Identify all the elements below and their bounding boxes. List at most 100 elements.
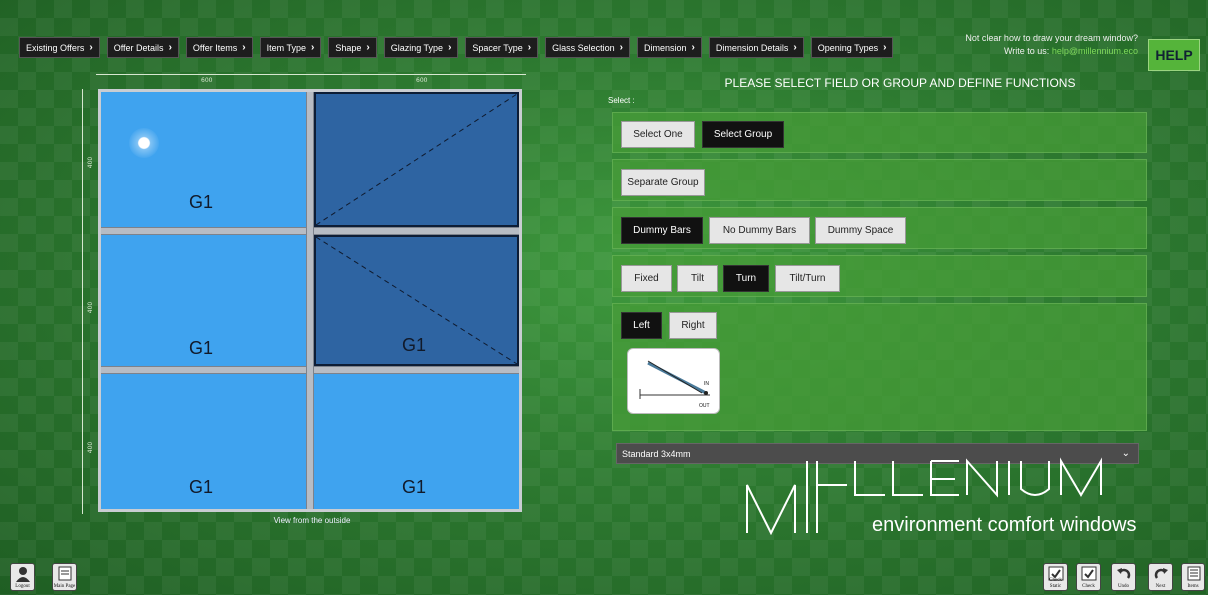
- chevron-right-icon: ›: [242, 42, 246, 53]
- fixed-button[interactable]: Fixed: [621, 265, 672, 292]
- dimension-top-label: 600: [416, 77, 428, 84]
- tilt-button[interactable]: Tilt: [677, 265, 718, 292]
- nav-spacer-type[interactable]: Spacer Type ›: [465, 37, 539, 58]
- tilt-turn-button[interactable]: Tilt/Turn: [775, 265, 840, 292]
- chevron-right-icon: ›: [310, 42, 315, 53]
- list-icon: [1187, 566, 1201, 581]
- nav-label: Offer Details: [113, 42, 164, 53]
- next-label: Next: [1155, 584, 1166, 589]
- nav-glass-selection[interactable]: Glass Selection ›: [545, 37, 630, 58]
- redo-icon: [1154, 568, 1168, 579]
- chevron-right-icon: ›: [89, 42, 93, 53]
- help-question: Not clear how to draw your dream window?: [965, 33, 1138, 43]
- opening-lines: [316, 94, 517, 225]
- nav-label: Glazing Type: [390, 42, 444, 53]
- pane-label: G1: [402, 477, 427, 497]
- nav-label: Opening Types: [817, 42, 879, 53]
- logout-button[interactable]: Logout: [10, 563, 35, 591]
- dimension-left-label: 400: [87, 156, 95, 169]
- chevron-right-icon: ›: [168, 42, 172, 53]
- top-nav: Existing Offers › Offer Details › Offer It…: [19, 37, 894, 59]
- pane-label: G1: [189, 192, 214, 212]
- mullion-bar[interactable]: [306, 92, 314, 509]
- dimension-left-label: 400: [87, 441, 95, 454]
- page-icon: [58, 566, 72, 581]
- nav-offer-items[interactable]: Offer Items ›: [185, 37, 253, 58]
- check-icon: [1081, 566, 1097, 581]
- pane-label: G1: [402, 335, 427, 355]
- help-text: Not clear how to draw your dream window?…: [965, 32, 1138, 58]
- items-label: Items: [1187, 584, 1199, 589]
- nav-glazing-type[interactable]: Glazing Type ›: [383, 37, 459, 58]
- dummy-space-button[interactable]: Dummy Space: [815, 217, 906, 244]
- help-button[interactable]: HELP: [1148, 39, 1200, 71]
- nav-label: Existing Offers: [26, 42, 85, 53]
- undo-button[interactable]: Undo: [1111, 563, 1136, 591]
- nav-item-type[interactable]: Item Type ›: [259, 37, 322, 58]
- main-page-label: Main Page: [53, 584, 76, 589]
- pane-middle-left[interactable]: G1: [101, 235, 306, 366]
- nav-existing-offers[interactable]: Existing Offers ›: [19, 37, 100, 58]
- nav-label: Offer Items: [192, 42, 238, 53]
- turn-direction-diagram[interactable]: IN OUT: [627, 348, 720, 414]
- right-button[interactable]: Right: [669, 312, 717, 339]
- select-group-button[interactable]: Select Group: [702, 121, 784, 148]
- in-label: IN: [704, 381, 709, 387]
- help-email-link[interactable]: help@millennium.eco: [1052, 46, 1138, 56]
- nav-label: Dimension Details: [715, 42, 789, 53]
- dimension-left-label: 400: [87, 301, 95, 314]
- view-label: View from the outside: [273, 516, 351, 525]
- window-drawing: 600 600 400 400 400 G1 G1 G1 G1 G1 View …: [82, 74, 542, 526]
- dimension-top-label: 600: [201, 77, 213, 84]
- nav-label: Glass Selection: [552, 42, 615, 53]
- chevron-right-icon: ›: [619, 42, 623, 53]
- dimension-left: 400 400 400: [82, 89, 95, 514]
- help-write-prefix: Write to us:: [1003, 46, 1050, 56]
- pane-top-right[interactable]: [314, 92, 519, 227]
- pane-bottom-left[interactable]: G1: [101, 374, 306, 509]
- chevron-right-icon: ›: [793, 42, 797, 53]
- undo-label: Undo: [1117, 584, 1130, 589]
- nav-dimension-details[interactable]: Dimension Details ›: [708, 37, 804, 58]
- chevron-right-icon: ›: [691, 42, 695, 53]
- nav-opening-types[interactable]: Opening Types ›: [810, 37, 894, 58]
- dimension-top: 600 600: [96, 74, 526, 88]
- dummy-bars-button[interactable]: Dummy Bars: [621, 217, 703, 244]
- pane-bottom-right[interactable]: G1: [314, 374, 519, 509]
- left-button[interactable]: Left: [621, 312, 662, 339]
- select-label: Select :: [608, 96, 635, 105]
- nav-dimension[interactable]: Dimension ›: [637, 37, 702, 58]
- check-label: Check: [1082, 584, 1095, 589]
- nav-offer-details[interactable]: Offer Details ›: [106, 37, 179, 58]
- select-one-button[interactable]: Select One: [621, 121, 695, 148]
- nav-label: Shape: [335, 42, 362, 53]
- logout-label: Logout: [15, 584, 30, 589]
- check-static-button[interactable]: Check Static: [1043, 563, 1068, 591]
- pane-label: G1: [189, 477, 214, 497]
- main-page-button[interactable]: Main Page: [52, 563, 77, 591]
- help-write-line: Write to us: help@millennium.eco: [965, 45, 1138, 58]
- pane-label: G1: [189, 338, 214, 358]
- nav-label: Dimension: [644, 42, 687, 53]
- nav-label: Spacer Type: [472, 42, 523, 53]
- items-button[interactable]: Items: [1181, 563, 1205, 591]
- chevron-right-icon: ›: [527, 42, 532, 53]
- next-button[interactable]: Next: [1148, 563, 1173, 591]
- window-turn-icon: IN OUT: [639, 360, 710, 409]
- no-dummy-bars-button[interactable]: No Dummy Bars: [709, 217, 810, 244]
- nav-shape[interactable]: Shape ›: [328, 37, 377, 58]
- chevron-right-icon: ›: [448, 42, 452, 53]
- pane-top-left[interactable]: G1: [101, 92, 306, 227]
- panel-title: PLEASE SELECT FIELD OR GROUP AND DEFINE …: [724, 76, 1076, 90]
- selection-marker: [129, 128, 159, 158]
- check-button[interactable]: Check: [1076, 563, 1101, 591]
- pane-middle-right[interactable]: G1: [314, 235, 519, 366]
- out-label: OUT: [699, 403, 710, 409]
- separate-group-button[interactable]: Separate Group: [621, 169, 705, 196]
- brand-tagline: environment comfort windows: [872, 514, 1137, 536]
- chevron-right-icon: ›: [883, 42, 887, 53]
- turn-button[interactable]: Turn: [723, 265, 769, 292]
- window-frame: G1 G1 G1 G1 G1: [98, 89, 522, 512]
- chevron-right-icon: ›: [366, 42, 370, 53]
- user-icon: [16, 567, 30, 582]
